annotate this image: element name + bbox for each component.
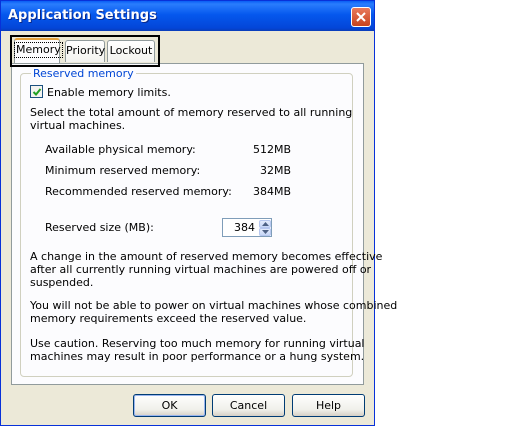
reserved-size-input[interactable]: 384 xyxy=(222,218,259,237)
tab-lockout[interactable]: Lockout xyxy=(107,40,155,62)
note-1-line-3: suspended. xyxy=(30,276,94,289)
tab-memory-label: Memory xyxy=(14,42,63,58)
available-memory-value: 512MB xyxy=(252,143,291,156)
available-memory-label: Available physical memory: xyxy=(45,143,196,156)
note-1-line-2: after all currently running virtual mach… xyxy=(30,263,372,276)
reserved-size-label: Reserved size (MB): xyxy=(45,221,154,234)
recommended-memory-value: 384MB xyxy=(252,185,291,198)
note-3-line-2: machines may result in poor performance … xyxy=(30,350,365,363)
description-line-2: virtual machines. xyxy=(30,119,126,132)
close-icon xyxy=(356,12,366,22)
tab-memory[interactable]: Memory xyxy=(14,38,63,63)
checkmark-icon xyxy=(32,88,42,96)
minimum-memory-value: 32MB xyxy=(259,164,291,177)
spin-down-button[interactable] xyxy=(259,228,271,236)
tab-lockout-label: Lockout xyxy=(109,44,153,57)
reserved-size-spinner xyxy=(258,218,272,237)
close-button[interactable] xyxy=(351,7,371,27)
note-2-line-2: memory requirements exceed the reserved … xyxy=(30,312,307,325)
description-line-1: Select the total amount of memory reserv… xyxy=(30,106,353,119)
tab-strip-highlight: Memory Priority Lockout xyxy=(10,35,160,67)
arrow-up-icon xyxy=(262,222,269,226)
ok-button[interactable]: OK xyxy=(133,394,206,417)
enable-memory-limits-label[interactable]: Enable memory limits. xyxy=(47,86,171,99)
recommended-memory-label: Recommended reserved memory: xyxy=(45,185,232,198)
minimum-memory-label: Minimum reserved memory: xyxy=(45,164,201,177)
title-bar[interactable]: Application Settings xyxy=(1,1,374,31)
cancel-button[interactable]: Cancel xyxy=(212,394,285,417)
window-title: Application Settings xyxy=(8,8,157,23)
note-1-line-1: A change in the amount of reserved memor… xyxy=(30,250,383,263)
group-title: Reserved memory xyxy=(31,67,136,80)
note-3-line-1: Use caution. Reserving too much memory f… xyxy=(30,337,365,350)
tab-priority[interactable]: Priority xyxy=(65,40,105,62)
arrow-down-icon xyxy=(262,230,269,234)
help-button[interactable]: Help xyxy=(292,394,365,417)
tab-priority-label: Priority xyxy=(66,44,106,57)
note-2-line-1: You will not be able to power on virtual… xyxy=(30,299,398,312)
spin-up-button[interactable] xyxy=(259,220,271,228)
enable-memory-limits-checkbox[interactable] xyxy=(30,85,43,98)
